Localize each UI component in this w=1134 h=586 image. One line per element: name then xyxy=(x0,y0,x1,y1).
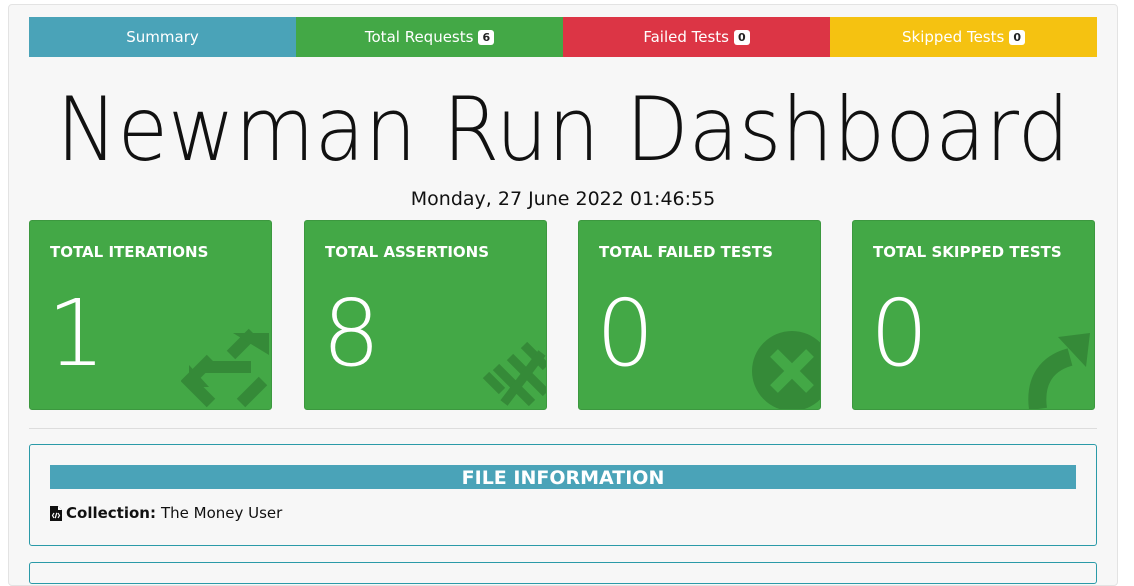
card-value: 0 xyxy=(870,280,929,387)
tab-skipped-tests[interactable]: Skipped Tests 0 xyxy=(830,17,1097,57)
requests-count-badge: 6 xyxy=(478,29,495,45)
card-label: TOTAL SKIPPED TESTS xyxy=(873,243,1062,261)
tab-failed-tests-label: Failed Tests xyxy=(643,28,729,46)
refresh-icon xyxy=(181,328,269,408)
card-total-failed-tests: TOTAL FAILED TESTS 0 xyxy=(578,220,821,410)
page-title: Newman Run Dashboard xyxy=(56,78,1070,181)
card-label: TOTAL ASSERTIONS xyxy=(325,243,490,261)
tab-summary-label: Summary xyxy=(126,28,199,46)
card-value: 0 xyxy=(596,280,655,387)
card-label: TOTAL FAILED TESTS xyxy=(599,243,773,261)
skipped-count-badge: 0 xyxy=(1009,29,1025,45)
assertions-icon xyxy=(482,341,546,407)
collection-value: The Money User xyxy=(160,504,283,522)
nav-tabs: Summary Total Requests 6 Failed Tests 0 … xyxy=(29,17,1097,57)
tab-failed-tests[interactable]: Failed Tests 0 xyxy=(563,17,830,57)
next-panel xyxy=(29,562,1097,584)
file-information-heading: FILE INFORMATION xyxy=(50,465,1076,489)
card-value: 1 xyxy=(47,280,106,387)
file-code-icon xyxy=(50,505,62,521)
tab-summary[interactable]: Summary xyxy=(29,17,296,57)
card-value: 8 xyxy=(322,280,381,387)
file-information-panel: FILE INFORMATION Collection: The Money U… xyxy=(29,444,1097,546)
tab-total-requests[interactable]: Total Requests 6 xyxy=(296,17,563,57)
failed-count-badge: 0 xyxy=(734,29,750,45)
card-label: TOTAL ITERATIONS xyxy=(50,243,209,261)
run-date: Monday, 27 June 2022 01:46:55 xyxy=(410,188,716,210)
tab-skipped-tests-label: Skipped Tests xyxy=(902,28,1005,46)
times-circle-icon xyxy=(752,331,820,409)
collection-row: Collection: The Money User xyxy=(50,504,282,522)
card-total-skipped-tests: TOTAL SKIPPED TESTS 0 xyxy=(852,220,1095,410)
section-divider xyxy=(29,428,1097,429)
share-arrow-icon xyxy=(1028,333,1090,409)
tab-total-requests-label: Total Requests xyxy=(364,28,474,46)
card-total-iterations: TOTAL ITERATIONS 1 xyxy=(29,220,272,410)
stats-cards: TOTAL ITERATIONS 1 TOTAL ASSERTIONS 8 TO… xyxy=(29,220,1097,410)
card-total-assertions: TOTAL ASSERTIONS 8 xyxy=(304,220,547,410)
collection-label: Collection: xyxy=(66,504,156,522)
